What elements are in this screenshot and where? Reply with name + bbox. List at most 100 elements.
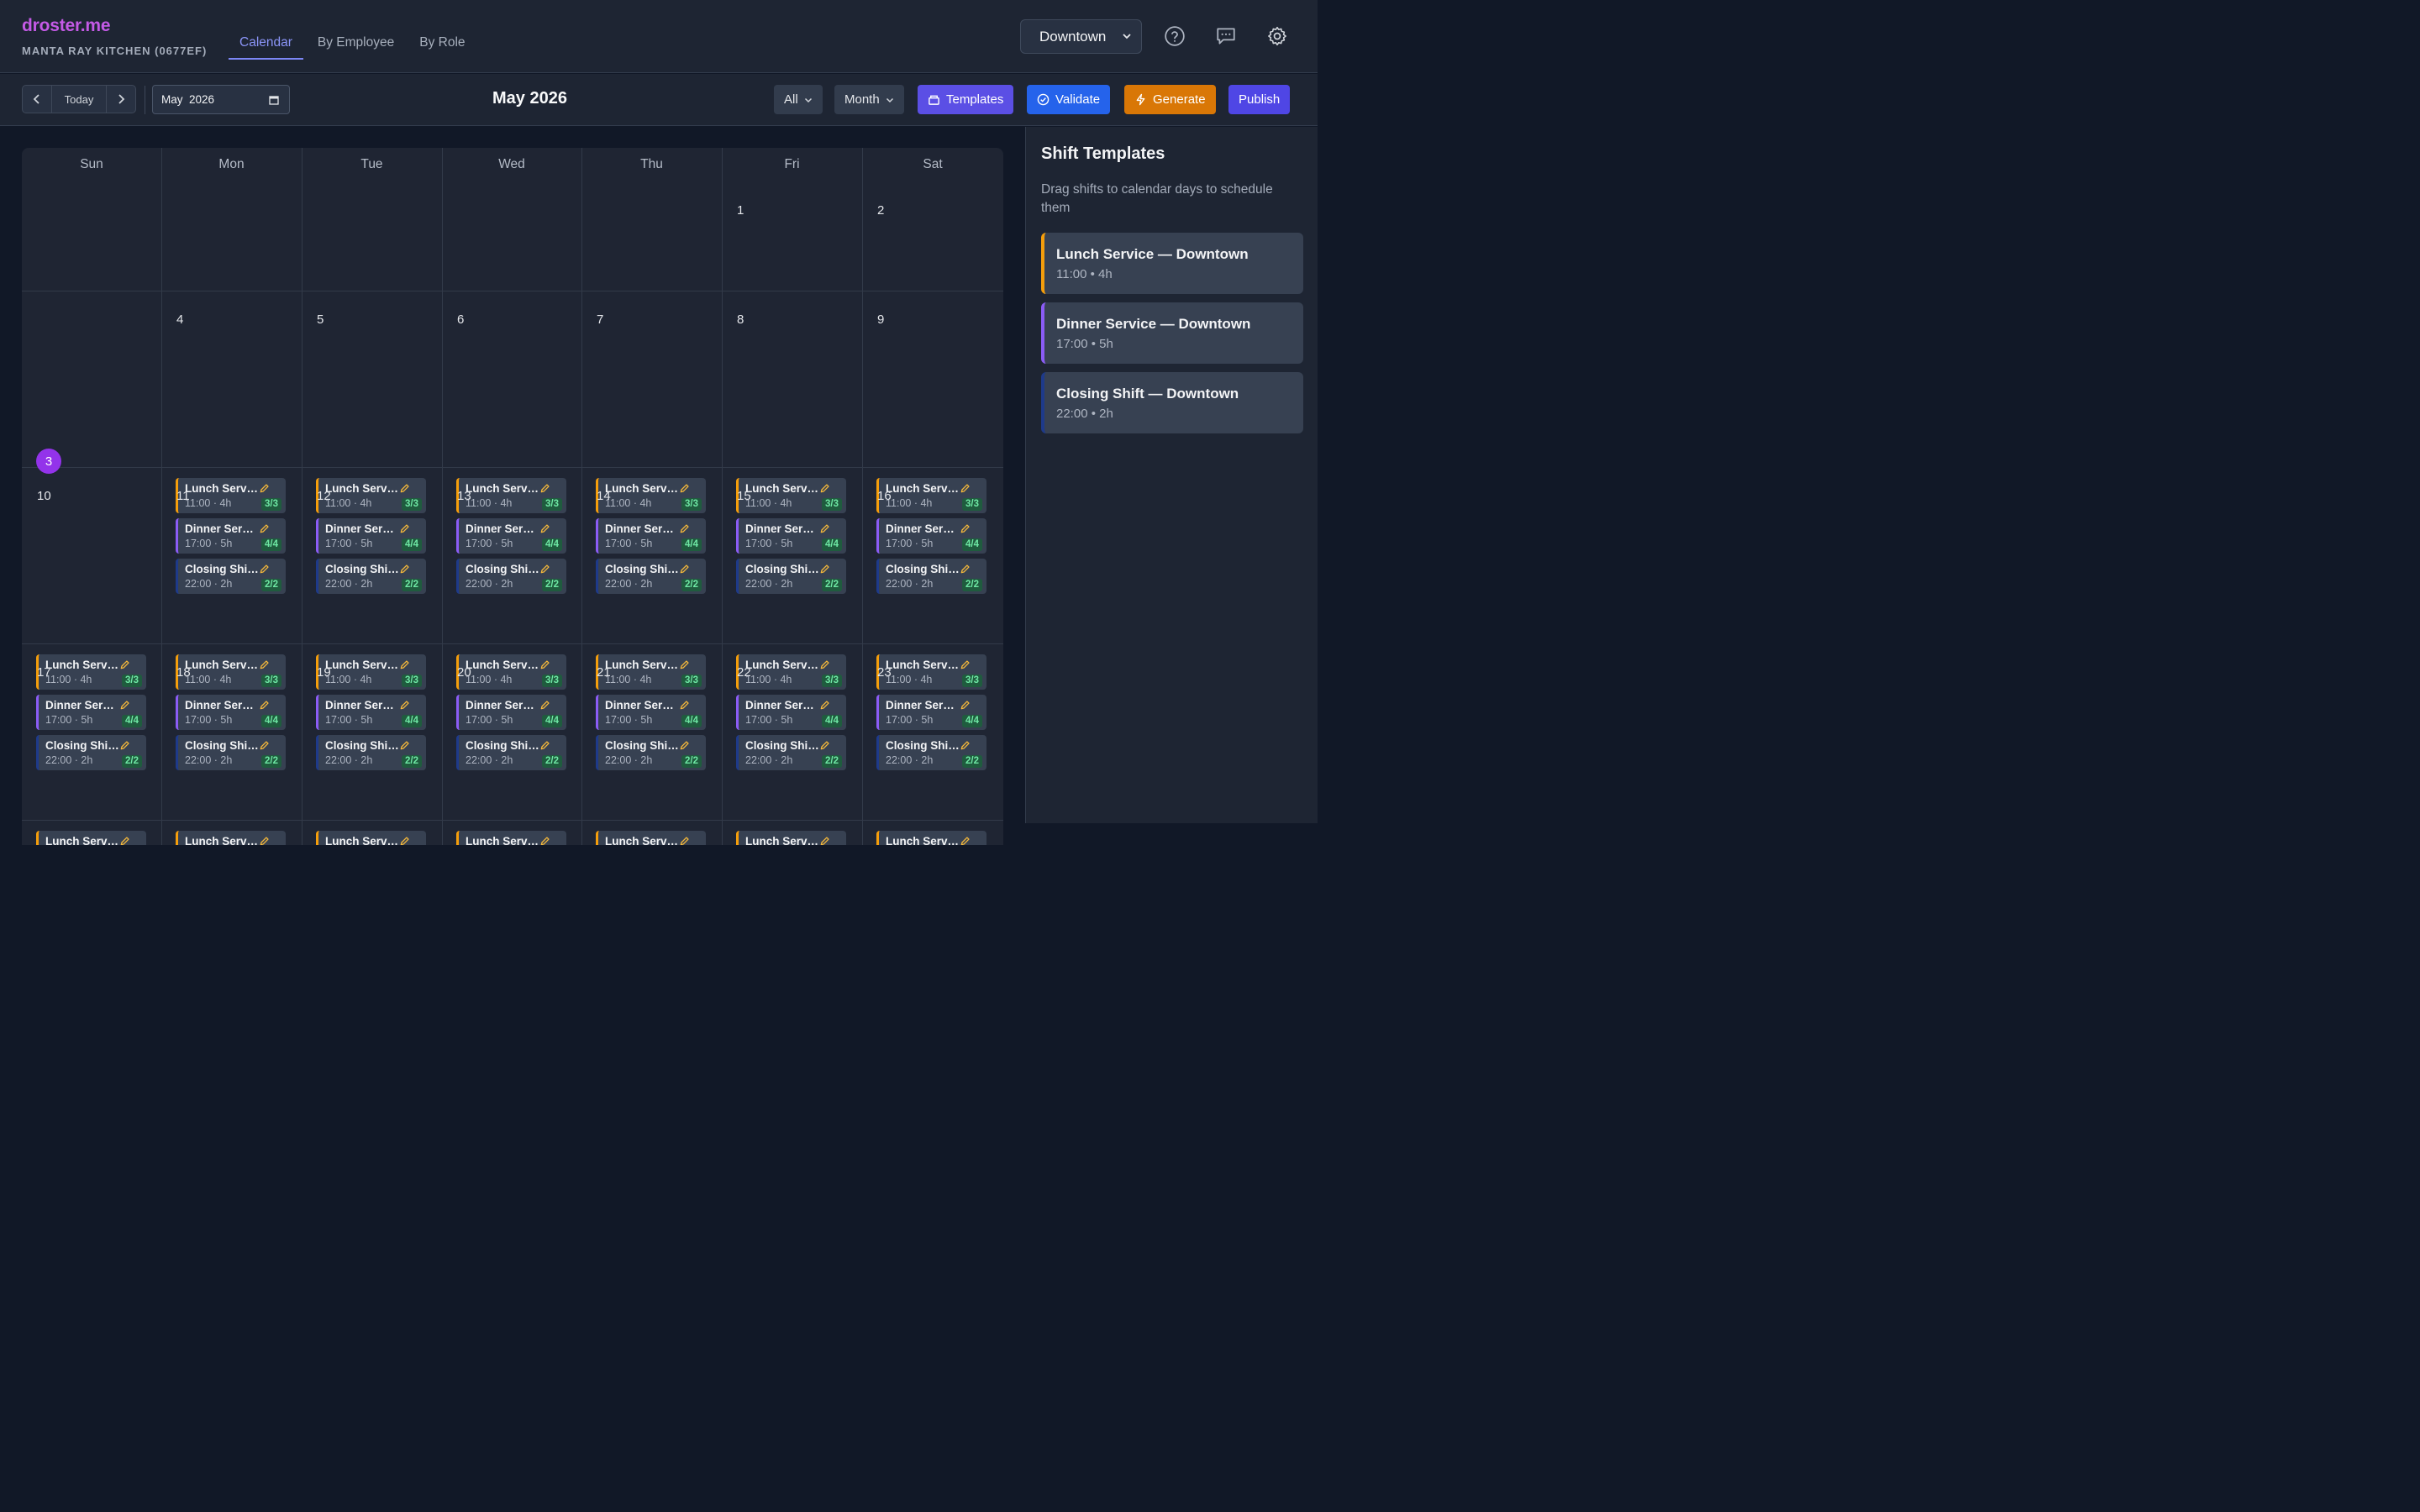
shift-card-closing[interactable]: Closing Shift — Downtown 22:00 · 2h 2/2 [596,735,706,770]
edit-icon[interactable] [259,740,270,751]
edit-icon[interactable] [819,523,830,534]
shift-card-closing[interactable]: Closing Shift — Downtown 22:00 · 2h 2/2 [176,559,286,594]
edit-icon[interactable] [539,740,550,751]
tab-by-employee[interactable]: By Employee [307,27,405,60]
shift-card-lunch[interactable]: Lunch Service — Downtown11:00 · 4h3/3 [876,654,986,690]
edit-icon[interactable] [399,836,410,845]
shift-card-dinner[interactable]: Dinner Service — Downtown 17:00 · 5h 4/4 [316,518,426,554]
shift-card-lunch[interactable]: Lunch Service — Downtown11:00 · 4h3/3 [176,478,286,513]
edit-icon[interactable] [399,483,410,494]
shift-card-lunch[interactable]: Lunch Service — Downtown11:00 · 4h3/3 [456,831,566,845]
shift-card-dinner[interactable]: Dinner Service — Downtown 17:00 · 5h 4/4 [456,695,566,730]
edit-icon[interactable] [960,700,971,711]
edit-icon[interactable] [960,523,971,534]
shift-card-lunch[interactable]: Lunch Service — Downtown11:00 · 4h3/3 [596,654,706,690]
shift-card-lunch[interactable]: Lunch Service — Downtown11:00 · 4h3/3 [596,831,706,845]
shift-card-lunch[interactable]: Lunch Service — Downtown11:00 · 4h3/3 [456,654,566,690]
edit-icon[interactable] [259,483,270,494]
edit-icon[interactable] [960,836,971,845]
edit-icon[interactable] [119,700,130,711]
shift-card-dinner[interactable]: Dinner Service — Downtown 17:00 · 5h 4/4 [456,518,566,554]
tab-calendar[interactable]: Calendar [229,27,303,60]
shift-card-closing[interactable]: Closing Shift — Downtown 22:00 · 2h 2/2 [596,559,706,594]
edit-icon[interactable] [259,523,270,534]
next-button[interactable] [107,86,135,113]
shift-card-lunch[interactable]: Lunch Service — Downtown11:00 · 4h3/3 [176,654,286,690]
edit-icon[interactable] [539,836,550,845]
validate-button[interactable]: Validate [1027,85,1111,114]
feedback-icon[interactable] [1215,25,1237,47]
view-mode-dropdown[interactable]: Month [834,85,904,114]
shift-card-closing[interactable]: Closing Shift — Downtown 22:00 · 2h 2/2 [736,735,846,770]
location-select[interactable]: Downtown [1020,19,1142,54]
shift-card-closing[interactable]: Closing Shift — Downtown 22:00 · 2h 2/2 [456,735,566,770]
edit-icon[interactable] [259,659,270,670]
edit-icon[interactable] [819,700,830,711]
shift-card-lunch[interactable]: Lunch Service — Downtown11:00 · 4h3/3 [736,478,846,513]
edit-icon[interactable] [399,523,410,534]
tab-by-role[interactable]: By Role [408,27,476,60]
shift-card-lunch[interactable]: Lunch Service — Downtown11:00 · 4h3/3 [736,831,846,845]
shift-card-closing[interactable]: Closing Shift — Downtown 22:00 · 2h 2/2 [316,735,426,770]
publish-button[interactable]: Publish [1228,85,1291,114]
edit-icon[interactable] [679,836,690,845]
edit-icon[interactable] [119,740,130,751]
brand-logo[interactable]: droster.me [22,16,111,36]
edit-icon[interactable] [399,700,410,711]
edit-icon[interactable] [259,836,270,845]
shift-card-dinner[interactable]: Dinner Service — Downtown 17:00 · 5h 4/4 [316,695,426,730]
edit-icon[interactable] [539,483,550,494]
edit-icon[interactable] [960,740,971,751]
shift-card-lunch[interactable]: Lunch Service — Downtown11:00 · 4h3/3 [316,831,426,845]
edit-icon[interactable] [539,564,550,575]
edit-icon[interactable] [259,700,270,711]
shift-card-lunch[interactable]: Lunch Service — Downtown11:00 · 4h3/3 [456,478,566,513]
shift-card-dinner[interactable]: Dinner Service — Downtown 17:00 · 5h 4/4 [176,695,286,730]
help-icon[interactable] [1164,25,1186,47]
edit-icon[interactable] [119,836,130,845]
edit-icon[interactable] [679,483,690,494]
shift-card-dinner[interactable]: Dinner Service — Downtown 17:00 · 5h 4/4 [876,518,986,554]
today-button[interactable]: Today [52,86,107,113]
shift-card-closing[interactable]: Closing Shift — Downtown 22:00 · 2h 2/2 [36,735,146,770]
shift-card-lunch[interactable]: Lunch Service — Downtown11:00 · 4h3/3 [176,831,286,845]
shift-card-lunch[interactable]: Lunch Service — Downtown11:00 · 4h3/3 [876,478,986,513]
shift-card-dinner[interactable]: Dinner Service — Downtown 17:00 · 5h 4/4 [876,695,986,730]
template-card-dinner[interactable]: Dinner Service — Downtown 17:00 • 5h [1041,302,1303,364]
shift-card-lunch[interactable]: Lunch Service — Downtown11:00 · 4h3/3 [36,831,146,845]
edit-icon[interactable] [679,700,690,711]
edit-icon[interactable] [819,564,830,575]
edit-icon[interactable] [679,659,690,670]
edit-icon[interactable] [399,659,410,670]
filter-dropdown[interactable]: All [774,85,823,114]
shift-card-dinner[interactable]: Dinner Service — Downtown 17:00 · 5h 4/4 [596,518,706,554]
shift-card-closing[interactable]: Closing Shift — Downtown 22:00 · 2h 2/2 [176,735,286,770]
edit-icon[interactable] [259,564,270,575]
month-picker-input[interactable]: May 2026 [152,85,290,114]
edit-icon[interactable] [119,659,130,670]
shift-card-lunch[interactable]: Lunch Service — Downtown11:00 · 4h3/3 [316,478,426,513]
template-card-lunch[interactable]: Lunch Service — Downtown 11:00 • 4h [1041,233,1303,294]
edit-icon[interactable] [960,659,971,670]
shift-card-closing[interactable]: Closing Shift — Downtown 22:00 · 2h 2/2 [876,735,986,770]
shift-card-dinner[interactable]: Dinner Service — Downtown 17:00 · 5h 4/4 [736,518,846,554]
edit-icon[interactable] [819,740,830,751]
previous-button[interactable] [23,86,52,113]
edit-icon[interactable] [539,659,550,670]
shift-card-lunch[interactable]: Lunch Service — Downtown11:00 · 4h3/3 [596,478,706,513]
shift-card-lunch[interactable]: Lunch Service — Downtown11:00 · 4h3/3 [876,831,986,845]
edit-icon[interactable] [539,700,550,711]
edit-icon[interactable] [679,564,690,575]
edit-icon[interactable] [819,659,830,670]
shift-card-lunch[interactable]: Lunch Service — Downtown11:00 · 4h3/3 [36,654,146,690]
edit-icon[interactable] [399,740,410,751]
shift-card-closing[interactable]: Closing Shift — Downtown 22:00 · 2h 2/2 [736,559,846,594]
shift-card-dinner[interactable]: Dinner Service — Downtown 17:00 · 5h 4/4 [36,695,146,730]
shift-card-dinner[interactable]: Dinner Service — Downtown 17:00 · 5h 4/4 [596,695,706,730]
shift-card-closing[interactable]: Closing Shift — Downtown 22:00 · 2h 2/2 [316,559,426,594]
edit-icon[interactable] [399,564,410,575]
edit-icon[interactable] [960,483,971,494]
edit-icon[interactable] [679,523,690,534]
gear-icon[interactable] [1266,25,1288,47]
edit-icon[interactable] [960,564,971,575]
